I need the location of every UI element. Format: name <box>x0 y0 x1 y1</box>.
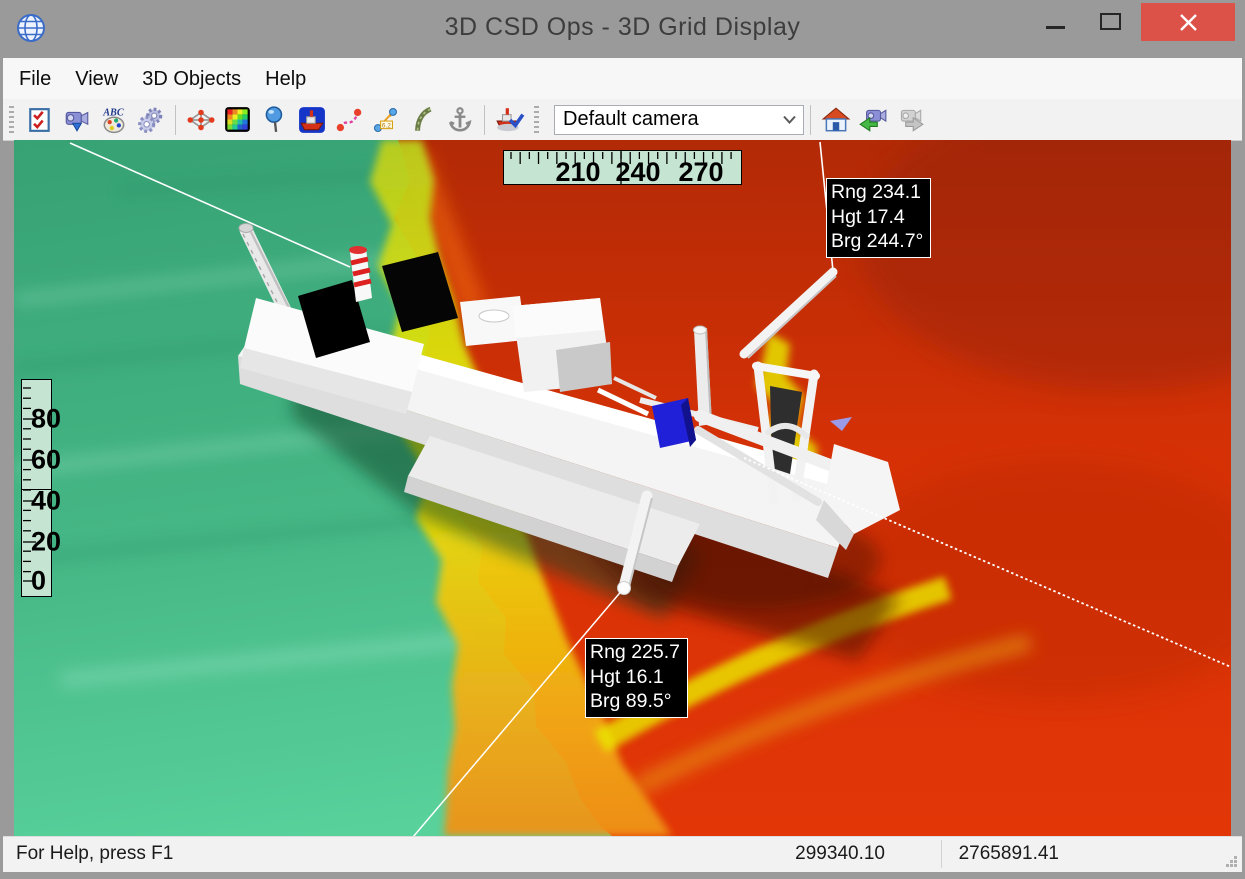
toolbar-grip[interactable] <box>9 106 14 134</box>
depth-label: 40 <box>31 488 61 515</box>
dredger-icon <box>298 106 326 134</box>
title-bar[interactable]: 3D CSD Ops - 3D Grid Display <box>0 0 1245 58</box>
range-label: Rng 225.7 Hgt 16.1 Brg 89.5° <box>585 638 688 718</box>
height-value: Hgt 17.4 <box>831 205 923 230</box>
chevron-down-icon <box>783 115 796 124</box>
gears-button[interactable] <box>132 102 169 138</box>
toolbar: ABC <box>3 99 1242 141</box>
minimize-icon <box>1046 26 1065 29</box>
anchor-button[interactable] <box>441 102 478 138</box>
display-checklist-icon <box>27 107 53 133</box>
home-icon <box>821 106 851 134</box>
menu-help[interactable]: Help <box>253 59 318 99</box>
labels-palette-icon: ABC <box>100 106 128 134</box>
minimize-button[interactable] <box>1036 0 1076 50</box>
display-checklist-button[interactable] <box>21 102 58 138</box>
close-button[interactable] <box>1141 3 1235 41</box>
compass-ruler: 210 240 270 <box>503 150 742 185</box>
grid-nodes-button[interactable] <box>182 102 219 138</box>
menu-view[interactable]: View <box>63 59 130 99</box>
menu-3d-objects[interactable]: 3D Objects <box>130 59 253 99</box>
height-value: Hgt 16.1 <box>590 665 680 690</box>
depth-scale: 80 60 40 20 0 <box>21 379 52 597</box>
camera-settings-button[interactable] <box>58 102 95 138</box>
compass-label: 270 <box>678 159 723 186</box>
dredger-check-button[interactable] <box>491 102 528 138</box>
color-grid-button[interactable] <box>219 102 256 138</box>
terrain-scene <box>14 140 1231 836</box>
gears-icon <box>137 106 165 134</box>
toolbar-separator <box>484 105 485 135</box>
camera-previous-button[interactable] <box>854 102 891 138</box>
camera-select-value: Default camera <box>563 108 699 131</box>
measure-distance-button[interactable]: 6.2 <box>367 102 404 138</box>
labels-palette-button[interactable]: ABC <box>95 102 132 138</box>
camera-select[interactable]: Default camera <box>554 105 804 135</box>
compass-label: 240 <box>615 159 660 186</box>
camera-next-button[interactable] <box>891 102 928 138</box>
home-view-button[interactable] <box>817 102 854 138</box>
northing-coordinate: 2765891.41 <box>959 843 1059 865</box>
range-value: Rng 234.1 <box>831 180 923 205</box>
toolbar-separator <box>810 105 811 135</box>
depth-label: 20 <box>31 529 61 556</box>
status-pane-divider <box>941 840 942 868</box>
status-help-text: For Help, press F1 <box>16 843 173 865</box>
zoom-pin-button[interactable] <box>256 102 293 138</box>
compass-label: 210 <box>555 159 600 186</box>
depth-label: 60 <box>31 447 61 474</box>
depth-label: 80 <box>31 406 61 433</box>
anchor-icon <box>446 106 474 134</box>
svg-text:6.2: 6.2 <box>381 122 390 129</box>
range-value: Rng 225.7 <box>590 640 680 665</box>
close-icon <box>1178 12 1199 33</box>
bearing-value: Brg 89.5° <box>590 689 680 714</box>
grid-nodes-icon <box>186 107 216 133</box>
maximize-icon <box>1100 13 1121 30</box>
camera-next-icon <box>895 106 925 134</box>
toolbar-grip[interactable] <box>534 106 539 134</box>
track-line-button[interactable] <box>330 102 367 138</box>
3d-viewport[interactable]: 210 240 270 80 60 40 20 0 Rng 234.1 Hgt … <box>14 140 1231 836</box>
color-grid-icon <box>224 106 251 133</box>
status-bar: For Help, press F1 299340.10 2765891.41 <box>3 836 1242 872</box>
toolbar-separator <box>175 105 176 135</box>
measure-distance-icon: 6.2 <box>372 106 400 134</box>
bearing-value: Brg 244.7° <box>831 229 923 254</box>
resize-grip[interactable] <box>1225 855 1238 868</box>
cutter-motor-blue-box <box>652 398 696 448</box>
camera-previous-icon <box>858 106 888 134</box>
camera-settings-icon <box>63 107 91 133</box>
rope-icon <box>409 106 437 134</box>
zoom-pin-icon <box>262 106 288 134</box>
rope-button[interactable] <box>404 102 441 138</box>
range-label: Rng 234.1 Hgt 17.4 Brg 244.7° <box>826 178 931 258</box>
easting-coordinate: 299340.10 <box>795 843 885 865</box>
dredger-check-icon <box>495 106 525 134</box>
menu-file[interactable]: File <box>3 59 63 99</box>
track-line-icon <box>335 106 363 134</box>
dredger-button[interactable] <box>293 102 330 138</box>
maximize-button[interactable] <box>1090 0 1130 50</box>
menu-bar: File View 3D Objects Help <box>3 58 1242 100</box>
depth-label: 0 <box>31 568 46 595</box>
